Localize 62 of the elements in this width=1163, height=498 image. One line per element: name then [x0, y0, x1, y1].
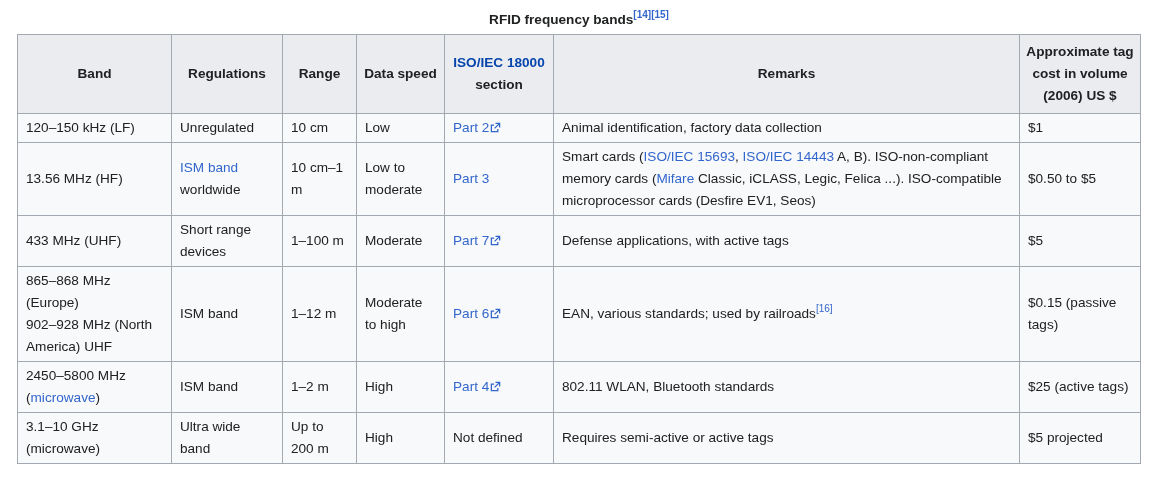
table-cell: 120–150 kHz (LF) [17, 113, 172, 143]
table-cell: $5 [1019, 215, 1141, 267]
table-cell: 1–12 m [282, 266, 357, 362]
column-header: Range [282, 34, 357, 114]
column-header: Data speed [356, 34, 445, 114]
table-cell: $0.15 (passive tags) [1019, 266, 1141, 362]
link[interactable]: Part 3 [453, 171, 490, 186]
table-cell: Low to moderate [356, 142, 445, 216]
external-link[interactable]: Part 7 [453, 233, 502, 248]
column-header: ISO/IEC 18000 section [444, 34, 554, 114]
link[interactable]: ISM band [180, 160, 239, 175]
external-link-icon [490, 381, 502, 392]
table-cell: Requires semi-active or active tags [553, 412, 1020, 464]
reference-link[interactable]: [16] [815, 303, 833, 315]
table-cell: Animal identification, factory data collection [553, 113, 1020, 143]
table-cell: Not defined [444, 412, 554, 464]
column-header: Band [17, 34, 172, 114]
table-cell: Ultra wide band [171, 412, 283, 464]
table-cell: $25 (active tags) [1019, 361, 1141, 413]
external-link[interactable]: Part 6 [453, 306, 502, 321]
column-header: Approximate tag cost in volume (2006) US $ [1019, 34, 1141, 114]
column-header: Regulations [171, 34, 283, 114]
table-cell: Smart cards (ISO/IEC 15693, ISO/IEC 14443 A, B). ISO-non-compliant memory cards (Mifare Classic, iCLASS, Legic, Felica ...). ISO-compatible microprocessor cards (Desfire EV1, Seos) [553, 142, 1020, 216]
link[interactable]: ISO/IEC 18000 [453, 55, 545, 70]
external-link[interactable]: Part 2 [453, 120, 502, 135]
reference-link[interactable]: [14] [633, 9, 652, 21]
link[interactable]: microwave [30, 390, 96, 405]
reference-link[interactable]: [15] [651, 9, 669, 21]
table-cell: 802.11 WLAN, Bluetooth standards [553, 361, 1020, 413]
table-cell: Short range devices [171, 215, 283, 267]
table-cell: 433 MHz (UHF) [17, 215, 172, 267]
column-header: Remarks [553, 34, 1020, 114]
table-cell: $0.50 to $5 [1019, 142, 1141, 216]
table-cell: $5 projected [1019, 412, 1141, 464]
external-link-icon [490, 122, 502, 133]
table-cell: Defense applications, with active tags [553, 215, 1020, 267]
external-link-icon [490, 308, 502, 319]
table-cell: 10 cm–1 m [282, 142, 357, 216]
table-cell: $1 [1019, 113, 1141, 143]
table-cell: High [356, 412, 445, 464]
table-cell: Up to 200 m [282, 412, 357, 464]
table-cell: 10 cm [282, 113, 357, 143]
table-cell: 2450–5800 MHz (microwave) [17, 361, 172, 413]
link[interactable]: ISO/IEC 15693 [643, 149, 735, 164]
table-cell: Moderate to high [356, 266, 445, 362]
table-cell: Moderate [356, 215, 445, 267]
external-link[interactable]: Part 4 [453, 379, 502, 394]
link[interactable]: Mifare [656, 171, 695, 186]
table-cell: 865–868 MHz (Europe) 902–928 MHz (North America) UHF [17, 266, 172, 362]
table-cell: 1–100 m [282, 215, 357, 267]
table-cell: High [356, 361, 445, 413]
external-link-icon [490, 235, 502, 246]
table-cell: ISM band worldwide [171, 142, 283, 216]
table-cell: ISM band [171, 361, 283, 413]
table-cell: Unregulated [171, 113, 283, 143]
table-cell: Low [356, 113, 445, 143]
table-cell: 1–2 m [282, 361, 357, 413]
table-cell: EAN, various standards; used by railroads$^{[16]}$ [553, 266, 1020, 362]
table-cell: 3.1–10 GHz (microwave) [17, 412, 172, 464]
link[interactable]: ISO/IEC 14443 [742, 149, 834, 164]
table-cell: ISM band [171, 266, 283, 362]
table-cell: 13.56 MHz (HF) [17, 142, 172, 216]
